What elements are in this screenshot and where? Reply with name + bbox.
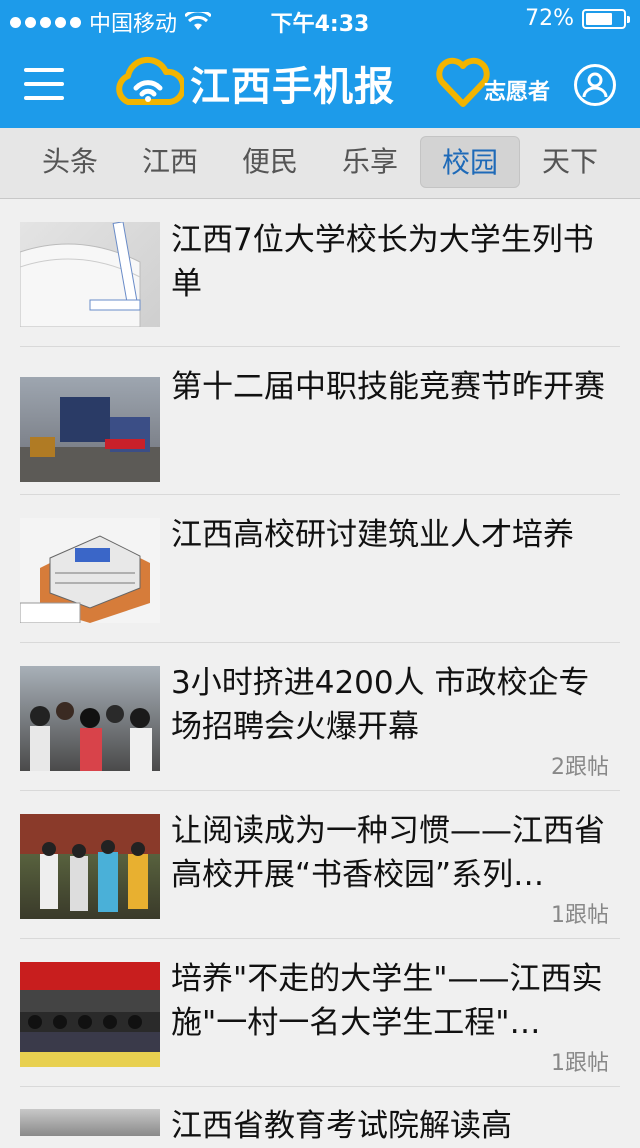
article-thumbnail bbox=[20, 518, 160, 623]
reply-count: 1跟帖 bbox=[551, 903, 609, 928]
status-right: 72% bbox=[525, 6, 630, 31]
list-item[interactable]: 江西省教育考试院解读高 bbox=[0, 1087, 640, 1147]
tab-bianmin[interactable]: 便民 bbox=[220, 136, 320, 188]
tab-lexiang[interactable]: 乐享 bbox=[320, 136, 420, 188]
volunteer-button[interactable]: 志愿者 bbox=[436, 54, 550, 110]
article-title: 江西7位大学校长为大学生列书单 bbox=[171, 222, 594, 302]
list-item[interactable]: 江西高校研讨建筑业人才培养 bbox=[0, 495, 640, 642]
article-title: 第十二届中职技能竞赛节昨开赛 bbox=[171, 369, 605, 405]
article-title: 江西省教育考试院解读高 bbox=[171, 1108, 512, 1144]
article-thumbnail bbox=[20, 962, 160, 1067]
battery-fill bbox=[586, 12, 612, 25]
volunteer-label: 志愿者 bbox=[484, 80, 551, 105]
tab-toutiao[interactable]: 头条 bbox=[20, 136, 120, 188]
hamburger-menu-icon[interactable] bbox=[24, 68, 64, 100]
heart-hand-icon bbox=[436, 57, 490, 107]
app-title: 江西手机报 bbox=[190, 64, 395, 110]
article-title: 让阅读成为一种习惯——江西省高校开展“书香校园”系列… bbox=[171, 813, 605, 893]
article-thumbnail bbox=[20, 377, 160, 482]
list-item[interactable]: 3小时挤进4200人 市政校企专场招聘会火爆开幕 2跟帖 bbox=[0, 643, 640, 790]
article-thumbnail bbox=[20, 222, 160, 327]
cloud-logo-icon bbox=[116, 56, 184, 105]
category-tabs: 头条 江西 便民 乐享 校园 天下 bbox=[0, 128, 640, 199]
tab-tianxia[interactable]: 天下 bbox=[520, 136, 620, 188]
article-title: 江西高校研讨建筑业人才培养 bbox=[171, 517, 574, 553]
article-title: 培养"不走的大学生"——江西实施"一村一名大学生工程"… bbox=[171, 961, 603, 1041]
article-thumbnail bbox=[20, 1109, 160, 1136]
user-icon[interactable] bbox=[574, 64, 616, 106]
tab-xiaoyuan[interactable]: 校园 bbox=[420, 136, 520, 188]
reply-count: 1跟帖 bbox=[551, 1051, 609, 1076]
reply-count: 2跟帖 bbox=[551, 755, 609, 780]
app-header: 江西手机报 志愿者 bbox=[0, 40, 640, 128]
battery-percent: 72% bbox=[525, 6, 574, 31]
list-item[interactable]: 培养"不走的大学生"——江西实施"一村一名大学生工程"… 1跟帖 bbox=[0, 939, 640, 1086]
status-bar: 中国移动 下午4:33 72% bbox=[0, 0, 640, 40]
article-thumbnail bbox=[20, 666, 160, 771]
tab-jiangxi[interactable]: 江西 bbox=[120, 136, 220, 188]
article-title: 3小时挤进4200人 市政校企专场招聘会火爆开幕 bbox=[171, 665, 590, 745]
battery-icon bbox=[582, 8, 630, 29]
list-item[interactable]: 第十二届中职技能竞赛节昨开赛 bbox=[0, 347, 640, 494]
article-thumbnail bbox=[20, 814, 160, 919]
app-logo: 江西手机报 bbox=[112, 54, 395, 112]
list-item[interactable]: 让阅读成为一种习惯——江西省高校开展“书香校园”系列… 1跟帖 bbox=[0, 791, 640, 938]
list-item[interactable]: 江西7位大学校长为大学生列书单 bbox=[0, 200, 640, 346]
